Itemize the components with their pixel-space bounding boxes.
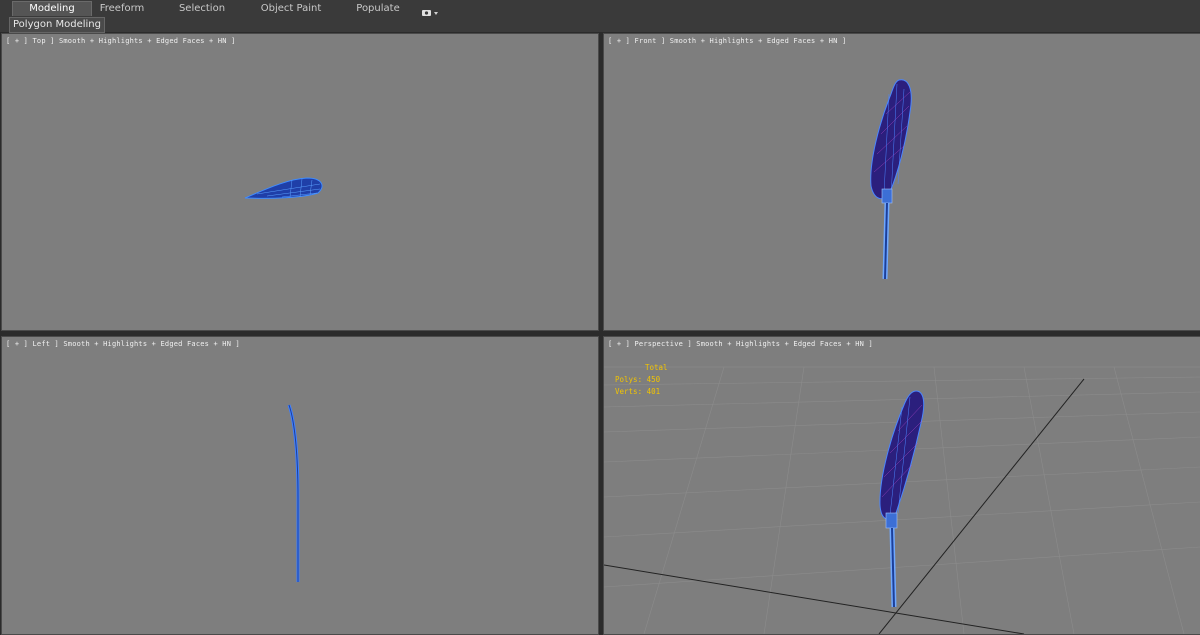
tab-selection[interactable]: Selection	[168, 2, 236, 16]
feather-model-perspective	[879, 390, 925, 608]
camera-dropdown-icon[interactable]	[421, 3, 439, 16]
viewport-left[interactable]: [ + ] Left ] Smooth + Highlights + Edged…	[1, 336, 599, 635]
stats-overlay: Total Polys: 450 Verts: 401	[615, 362, 668, 398]
tab-freeform[interactable]: Freeform	[88, 2, 156, 16]
feather-model-left	[287, 404, 300, 582]
perspective-grid	[604, 366, 1200, 634]
stats-verts-value: 401	[646, 387, 661, 396]
stats-verts: Verts: 401	[615, 386, 668, 398]
tab-object-paint[interactable]: Object Paint	[252, 2, 330, 16]
viewport-perspective[interactable]: [ + ] Perspective ] Smooth + Highlights …	[603, 336, 1200, 635]
stats-header: Total	[645, 363, 668, 372]
feather-model-front	[870, 79, 912, 280]
feather-model-top	[244, 177, 323, 199]
stats-polys-value: 450	[646, 375, 661, 384]
stats-polys: Polys: 450	[615, 374, 668, 386]
ribbon-subbar: Polygon Modeling	[0, 17, 1200, 33]
viewport-top[interactable]: [ + ] Top ] Smooth + Highlights + Edged …	[1, 33, 599, 331]
ribbon-bar: Modeling Freeform Selection Object Paint…	[0, 0, 1200, 18]
polygon-modeling-panel[interactable]: Polygon Modeling	[9, 17, 105, 33]
viewport-perspective-label[interactable]: [ + ] Perspective ] Smooth + Highlights …	[608, 340, 873, 348]
viewport-front[interactable]: [ + ] Front ] Smooth + Highlights + Edge…	[603, 33, 1200, 331]
stats-verts-label: Verts:	[615, 387, 643, 396]
tab-modeling[interactable]: Modeling	[12, 1, 92, 16]
tab-populate[interactable]: Populate	[344, 2, 412, 16]
stats-polys-label: Polys:	[615, 375, 643, 384]
